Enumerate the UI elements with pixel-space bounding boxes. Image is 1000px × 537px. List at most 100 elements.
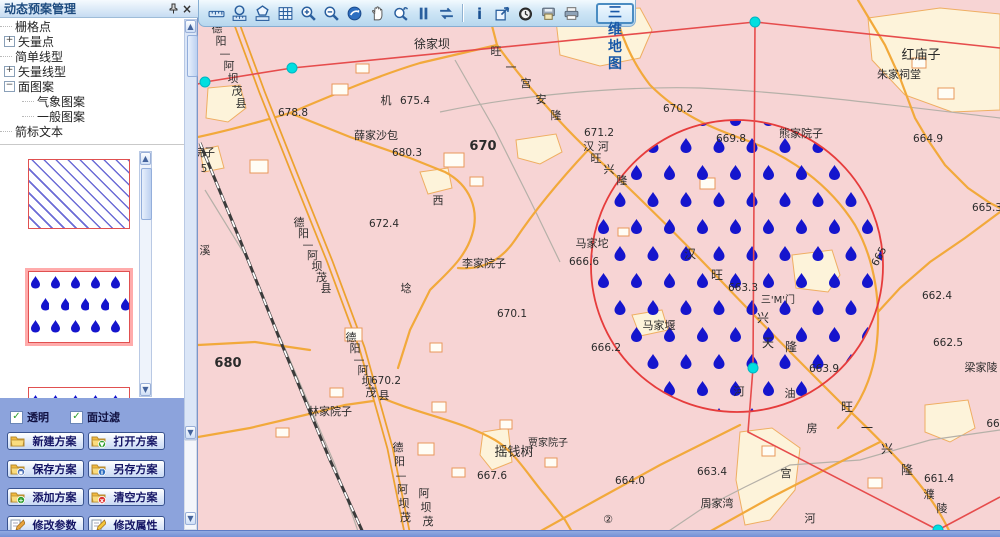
map-3d-button[interactable]: 三维地图 bbox=[596, 3, 634, 24]
map-label: 680 bbox=[214, 356, 241, 371]
plan-button-label: 添加方案 bbox=[28, 489, 81, 505]
refresh-icon bbox=[438, 5, 455, 22]
pattern-swatch-diagonal-hatch[interactable] bbox=[28, 159, 130, 229]
scroll-thumb[interactable] bbox=[187, 35, 198, 77]
zoom-in-button[interactable] bbox=[297, 2, 319, 24]
tree-item-7[interactable]: 箭标文本 bbox=[0, 124, 184, 139]
map-label: 宫 bbox=[781, 466, 792, 480]
map-label: 663.9 bbox=[809, 363, 839, 375]
expand-icon[interactable]: + bbox=[4, 36, 15, 47]
pattern-list-scrollbar[interactable]: ▲ ▼ bbox=[139, 151, 152, 397]
scroll-up-button[interactable]: ▲ bbox=[185, 20, 196, 33]
checkbox-transparent[interactable]: ✓透明 bbox=[10, 409, 49, 425]
map-label: 隆 bbox=[551, 108, 562, 122]
tree-branch-line bbox=[22, 116, 34, 117]
tree-item-6[interactable]: 一般图案 bbox=[0, 109, 184, 124]
checkbox-face-filter[interactable]: ✓ 面过滤 bbox=[70, 409, 120, 425]
checkbox-icon[interactable]: ✓ bbox=[70, 411, 83, 424]
pattern-swatch-raindrop[interactable] bbox=[28, 271, 130, 343]
map-label: 埝 bbox=[401, 281, 412, 295]
full-extent-button[interactable] bbox=[343, 2, 365, 24]
map-label: 德 bbox=[393, 440, 404, 454]
collapse-icon[interactable]: − bbox=[4, 81, 15, 92]
tree-item-2[interactable]: 简单线型 bbox=[0, 49, 184, 64]
grid-button[interactable] bbox=[274, 2, 296, 24]
pan-icon bbox=[369, 5, 386, 22]
info-button[interactable]: i bbox=[468, 2, 490, 24]
close-icon[interactable]: × bbox=[180, 2, 194, 16]
plan-button-folder-saveas[interactable]: i另存方案 bbox=[88, 460, 165, 478]
map-label: 县 bbox=[379, 389, 390, 402]
zoom-previous-button[interactable] bbox=[389, 2, 411, 24]
checkbox-icon[interactable]: ✓ bbox=[10, 411, 23, 424]
scroll-up-button[interactable]: ▲ bbox=[140, 152, 151, 165]
map-label: 664.9 bbox=[913, 133, 943, 145]
plan-area-circle[interactable] bbox=[591, 120, 883, 412]
map-label: 坝 bbox=[399, 496, 410, 510]
tree-item-4[interactable]: −面图案 bbox=[0, 79, 184, 94]
plan-button-folder-clear[interactable]: x清空方案 bbox=[88, 488, 165, 506]
map-svg[interactable]: 徐家坝红庙子朱家祠堂678.8机675.4薛家沙包680.3670671.2汉 … bbox=[198, 0, 1000, 537]
map-toolbar: i 三维地图 bbox=[198, 0, 636, 27]
pattern-type-tree: 栅格点+矢量点简单线型+矢量线型−面图案气象图案一般图案箭标文本 bbox=[0, 19, 184, 143]
map-label: 675.4 bbox=[400, 95, 430, 107]
map-label: 旺 bbox=[711, 268, 723, 282]
tree-item-0[interactable]: 栅格点 bbox=[0, 19, 184, 34]
scroll-down-button[interactable]: ▼ bbox=[185, 512, 196, 525]
zoom-out-button[interactable] bbox=[320, 2, 342, 24]
map-label: 油 bbox=[785, 386, 796, 400]
plan-vertex-handle[interactable] bbox=[200, 77, 210, 87]
measure-distance-button[interactable] bbox=[205, 2, 227, 24]
pause-button[interactable] bbox=[412, 2, 434, 24]
plan-vertex-handle[interactable] bbox=[287, 63, 297, 73]
refresh-button[interactable] bbox=[435, 2, 457, 24]
tree-item-label: 箭标文本 bbox=[15, 123, 63, 140]
map-label: 680.3 bbox=[392, 147, 422, 159]
measure-area-icon bbox=[254, 5, 271, 22]
plan-button-folder-new[interactable]: 新建方案 bbox=[7, 432, 84, 450]
map-label: 兴 bbox=[881, 442, 893, 456]
plan-vertex-handle[interactable] bbox=[748, 363, 758, 373]
checkbox-label: 面过滤 bbox=[87, 409, 120, 425]
measure-circle-button[interactable] bbox=[228, 2, 250, 24]
plan-button-folder-save[interactable]: ▪保存方案 bbox=[7, 460, 84, 478]
map-label: 670.1 bbox=[497, 308, 527, 320]
map-label: 坝 bbox=[421, 500, 432, 514]
tree-item-3[interactable]: +矢量线型 bbox=[0, 64, 184, 79]
measure-area-button[interactable] bbox=[251, 2, 273, 24]
pan-button[interactable] bbox=[366, 2, 388, 24]
pause-icon bbox=[415, 5, 432, 22]
map-canvas[interactable]: 徐家坝红庙子朱家祠堂678.8机675.4薛家沙包680.3670671.2汉 … bbox=[198, 0, 1000, 537]
map-label: 红庙子 bbox=[901, 47, 940, 63]
application-window: 徐家坝红庙子朱家祠堂678.8机675.4薛家沙包680.3670671.2汉 … bbox=[0, 0, 1000, 537]
map-label: 阳 bbox=[394, 455, 405, 468]
expand-icon[interactable]: + bbox=[4, 66, 15, 77]
map-label: 隆 bbox=[617, 173, 628, 187]
map-label: 669.8 bbox=[716, 133, 746, 145]
panel-scrollbar[interactable]: ▲ ▼ ▼ bbox=[184, 19, 198, 530]
map-label: 林家院子 bbox=[308, 404, 352, 418]
scroll-thumb[interactable] bbox=[141, 168, 152, 220]
map-label: 濮 bbox=[924, 487, 935, 501]
map-label: 汉 bbox=[684, 247, 696, 261]
tree-item-1[interactable]: +矢量点 bbox=[0, 34, 184, 49]
plan-button-folder-open[interactable]: ▼打开方案 bbox=[88, 432, 165, 450]
plan-button-folder-add[interactable]: +添加方案 bbox=[7, 488, 84, 506]
scroll-down-button[interactable]: ▼ bbox=[185, 426, 196, 439]
export-button[interactable] bbox=[491, 2, 513, 24]
scroll-down-button[interactable]: ▼ bbox=[140, 383, 151, 396]
map-label: 陵 bbox=[937, 502, 948, 515]
history-button[interactable] bbox=[514, 2, 536, 24]
save-button[interactable] bbox=[537, 2, 559, 24]
folder-saveas-icon: i bbox=[91, 462, 106, 476]
tree-branch-line bbox=[0, 131, 12, 132]
map-label: 马家坨 bbox=[576, 236, 609, 250]
map-label: 678.8 bbox=[278, 107, 308, 119]
plan-vertex-handle[interactable] bbox=[750, 17, 760, 27]
pin-icon[interactable] bbox=[166, 2, 180, 16]
map-label: 梁家陵 bbox=[965, 360, 998, 374]
folder-clear-icon: x bbox=[91, 490, 106, 504]
map-label: 熊家院子 bbox=[779, 126, 823, 140]
tree-item-5[interactable]: 气象图案 bbox=[0, 94, 184, 109]
print-button[interactable] bbox=[560, 2, 582, 24]
